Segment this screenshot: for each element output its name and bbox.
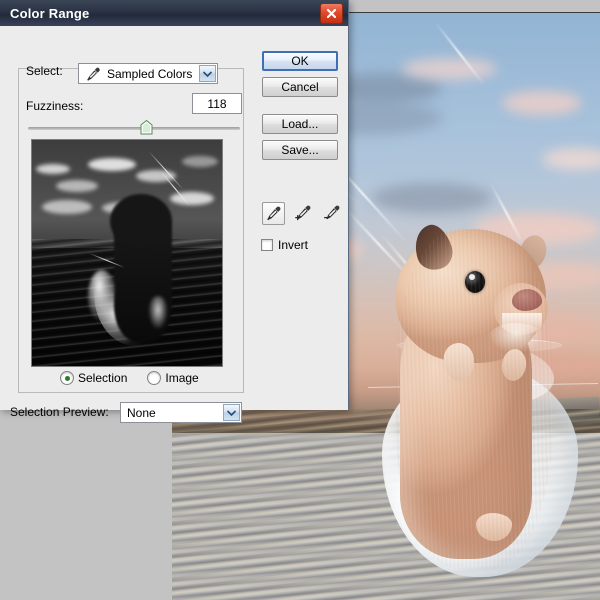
- select-dropdown[interactable]: Sampled Colors: [78, 63, 218, 84]
- preview-highlight-left: [88, 270, 116, 322]
- radio-selection-label: Selection: [78, 371, 127, 385]
- chevron-down-icon[interactable]: [199, 65, 216, 82]
- cancel-button[interactable]: Cancel: [262, 77, 338, 97]
- fuzziness-input[interactable]: 118: [192, 93, 242, 114]
- eyedropper-toolbar: [262, 202, 343, 225]
- preview-cloud: [88, 158, 136, 171]
- hamster-nose: [512, 289, 542, 311]
- preview-cloud: [36, 164, 70, 174]
- invert-checkbox[interactable]: Invert: [261, 238, 308, 252]
- cloud: [402, 58, 497, 80]
- eyedropper-icon[interactable]: [262, 202, 285, 225]
- fuzziness-label: Fuzziness:: [26, 99, 83, 113]
- cloud: [502, 91, 582, 115]
- hamster-eye: [465, 271, 485, 293]
- close-icon[interactable]: [320, 3, 343, 24]
- preview-hamster-head: [110, 194, 172, 248]
- fuzziness-slider-thumb[interactable]: [140, 120, 153, 135]
- radio-dot-selection: [60, 371, 74, 385]
- fuzziness-slider-track[interactable]: [28, 127, 240, 130]
- load-button[interactable]: Load...: [262, 114, 338, 134]
- invert-label: Invert: [278, 238, 308, 252]
- fuzziness-row: Fuzziness:: [26, 97, 83, 115]
- select-row: Select:: [26, 64, 63, 78]
- color-range-dialog: Color Range Select:: [0, 0, 349, 410]
- eyedropper-subtract-icon[interactable]: [320, 202, 343, 225]
- eyedropper-add-icon[interactable]: [291, 202, 314, 225]
- selection-preview-value: None: [121, 406, 156, 420]
- dialog-body: Select: Sampled Colors Fuzziness:: [0, 26, 348, 410]
- save-button[interactable]: Save...: [262, 140, 338, 160]
- dialog-title: Color Range: [10, 6, 89, 21]
- ok-button[interactable]: OK: [262, 51, 338, 71]
- selection-preview-row: Selection Preview:: [10, 405, 109, 419]
- radio-selection[interactable]: Selection: [60, 371, 127, 385]
- eyedropper-icon: [85, 67, 101, 87]
- hamster-mouth: [502, 313, 542, 335]
- preview-cloud: [170, 192, 214, 205]
- dialog-titlebar[interactable]: Color Range: [0, 0, 348, 26]
- checkbox-box: [261, 239, 273, 251]
- hamster-eye-glint: [469, 274, 475, 280]
- preview-cloud: [42, 200, 92, 214]
- selection-preview-label: Selection Preview:: [10, 405, 109, 419]
- selection-preview-thumbnail[interactable]: [31, 139, 223, 367]
- radio-image-label: Image: [165, 371, 198, 385]
- radio-image[interactable]: Image: [147, 371, 198, 385]
- preview-cloud: [182, 156, 218, 167]
- preview-mode-radios: Selection Image: [60, 371, 199, 385]
- preview-cloud: [56, 180, 98, 192]
- preview-highlight-right: [148, 296, 168, 330]
- select-label: Select:: [26, 64, 63, 78]
- screen: Color Range Select:: [0, 0, 600, 600]
- chevron-down-icon[interactable]: [223, 404, 240, 421]
- radio-dot-image: [147, 371, 161, 385]
- cloud: [372, 183, 492, 213]
- selection-preview-dropdown[interactable]: None: [120, 402, 242, 423]
